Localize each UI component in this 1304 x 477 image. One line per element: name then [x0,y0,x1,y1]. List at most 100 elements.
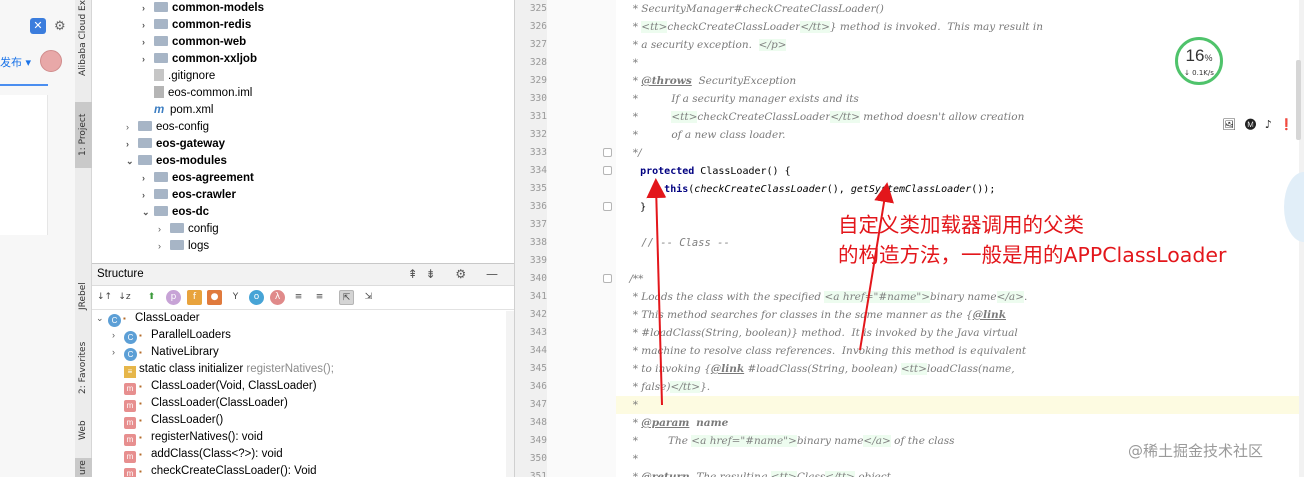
fold-marker-icon[interactable] [603,202,612,211]
side-panel [0,95,48,235]
structure-item-label: ClassLoader [135,312,200,324]
code-line-347: * [616,396,1304,414]
visibility-icon: ▪ [139,382,142,391]
fold-marker-icon[interactable] [603,274,612,283]
show-lambdas-icon[interactable]: λ [270,290,285,305]
line-number: 327 [529,39,547,50]
visibility-icon: ▪ [139,450,142,459]
sort-by-visibility-icon[interactable]: ↓↑ [97,290,112,305]
tab-alibaba-cloud-explorer[interactable]: Alibaba Cloud Expl [75,0,92,76]
structure-item-label: ClassLoader() [151,414,224,426]
show-overridden-icon[interactable]: o [249,290,264,305]
tree-item-label: config [188,223,219,235]
expand-all-icon[interactable]: ≡ [291,290,306,305]
show-inherited-icon[interactable]: ⬆ [144,290,159,305]
structure-item[interactable]: m ▪ ClassLoader(ClassLoader) [112,395,288,412]
structure-item[interactable]: ⌄ C ▪ ClassLoader [96,310,200,327]
tree-item--gitignore[interactable]: .gitignore [142,68,215,85]
tree-item-label: eos-dc [172,206,210,218]
structure-item[interactable]: m ▪ ClassLoader() [112,412,223,429]
expand-arrow-icon[interactable]: › [158,238,170,255]
folder-icon [154,53,168,63]
settings-icon[interactable]: ⚙ [54,19,66,34]
structure-item[interactable]: ≡ static class initializer registerNative… [112,361,334,378]
tray-icons[interactable]: 🖼 Ⓜ ♪ ❗ [1222,118,1295,131]
structure-item[interactable]: › C ▪ ParallelLoaders [112,327,231,344]
tree-item-common-models[interactable]: › common-models [142,0,264,17]
structure-scrollbar[interactable] [506,311,514,477]
avatar[interactable] [40,50,62,72]
folder-icon [154,206,168,216]
line-number: 347 [529,399,547,410]
structure-item[interactable]: › C ▪ NativeLibrary [112,344,219,361]
structure-item[interactable]: m ▪ registerNatives(): void [112,429,263,446]
expand-arrow-icon[interactable]: › [112,344,124,361]
tab-web[interactable]: Web [75,410,92,450]
expand-arrow-icon[interactable]: › [126,119,138,136]
code-line-346: * false)</tt>}. [616,381,711,393]
autoscroll-to-source-icon[interactable]: ⇱ [339,290,354,305]
tree-item-eos-gateway[interactable]: › eos-gateway [126,136,225,153]
show-properties-icon[interactable]: p [166,290,181,305]
annotation-text: 自定义类加载器调用的父类 的构造方法，一般是用的APPClassLoader [838,210,1226,270]
expand-arrow-icon[interactable]: › [142,187,154,204]
show-fields-icon[interactable]: f [187,290,202,305]
tree-item-common-web[interactable]: › common-web [142,34,246,51]
tree-item-config[interactable]: › config [158,221,219,238]
fold-marker-icon[interactable] [603,148,612,157]
method-icon: m [124,468,136,477]
tree-item-eos-common-iml[interactable]: eos-common.iml [142,85,252,102]
line-number: 329 [529,75,547,86]
tree-item-common-redis[interactable]: › common-redis [142,17,251,34]
folder-icon [170,240,184,250]
tree-item-eos-agreement[interactable]: › eos-agreement [142,170,254,187]
line-number: 337 [529,219,547,230]
structure-header-actions[interactable]: ⇞⇟ ⚙ — [408,267,507,281]
browser-tab-icon[interactable]: ✕ [30,18,46,34]
expand-arrow-icon[interactable]: ⌄ [96,310,108,327]
editor-scrollbar[interactable] [1296,60,1301,140]
tab-favorites[interactable]: 2: Favorites [75,333,92,403]
tree-item-eos-dc[interactable]: ⌄ eos-dc [142,204,209,221]
tree-item-eos-modules[interactable]: ⌄ eos-modules [126,153,227,170]
collapse-all-icon[interactable]: ≡ [312,290,327,305]
line-number: 334 [529,165,547,176]
line-number: 343 [529,327,547,338]
visibility-icon: ▪ [139,416,142,425]
structure-item[interactable]: m ▪ ClassLoader(Void, ClassLoader) [112,378,317,395]
network-speed-widget[interactable]: 16% ↓ 0.1K/s [1175,37,1223,85]
line-number: 350 [529,453,547,464]
tab-structure[interactable]: ure [75,458,92,477]
tab-jrebel[interactable]: JRebel [75,276,92,316]
structure-item[interactable]: m ▪ addClass(Class<?>): void [112,446,283,463]
show-anonymous-icon[interactable]: Y [228,290,243,305]
folder-icon [154,2,168,12]
expand-arrow-icon[interactable]: › [142,51,154,68]
structure-item[interactable]: m ▪ checkCreateClassLoader(): Void [112,463,317,477]
expand-arrow-icon[interactable]: › [126,136,138,153]
visibility-icon: ▪ [139,467,142,476]
autoscroll-from-source-icon[interactable]: ⇲ [361,290,376,305]
structure-item-label: NativeLibrary [151,346,219,358]
expand-arrow-icon[interactable]: › [158,221,170,238]
expand-arrow-icon[interactable]: › [142,170,154,187]
expand-arrow-icon[interactable]: › [112,327,124,344]
tree-item-pom-xml[interactable]: m pom.xml [142,102,213,119]
publish-dropdown[interactable]: 发布 ▾ [0,54,31,70]
tree-item-eos-config[interactable]: › eos-config [126,119,209,136]
class-icon: C [108,314,121,327]
expand-arrow-icon[interactable]: ⌄ [142,204,154,221]
show-non-public-icon[interactable]: ● [207,290,222,305]
structure-title: Structure [97,268,144,280]
tree-item-logs[interactable]: › logs [158,238,209,255]
expand-arrow-icon[interactable]: › [142,17,154,34]
expand-arrow-icon[interactable]: › [142,34,154,51]
tree-item-eos-crawler[interactable]: › eos-crawler [142,187,236,204]
sort-alphabetically-icon[interactable]: ↓z [117,290,132,305]
expand-arrow-icon[interactable]: › [142,0,154,17]
tree-item-label: logs [188,240,210,252]
expand-arrow-icon[interactable]: ⌄ [126,153,138,170]
tab-project[interactable]: 1: Project [75,102,92,168]
fold-marker-icon[interactable] [603,166,612,175]
tree-item-common-xxljob[interactable]: › common-xxljob [142,51,257,68]
